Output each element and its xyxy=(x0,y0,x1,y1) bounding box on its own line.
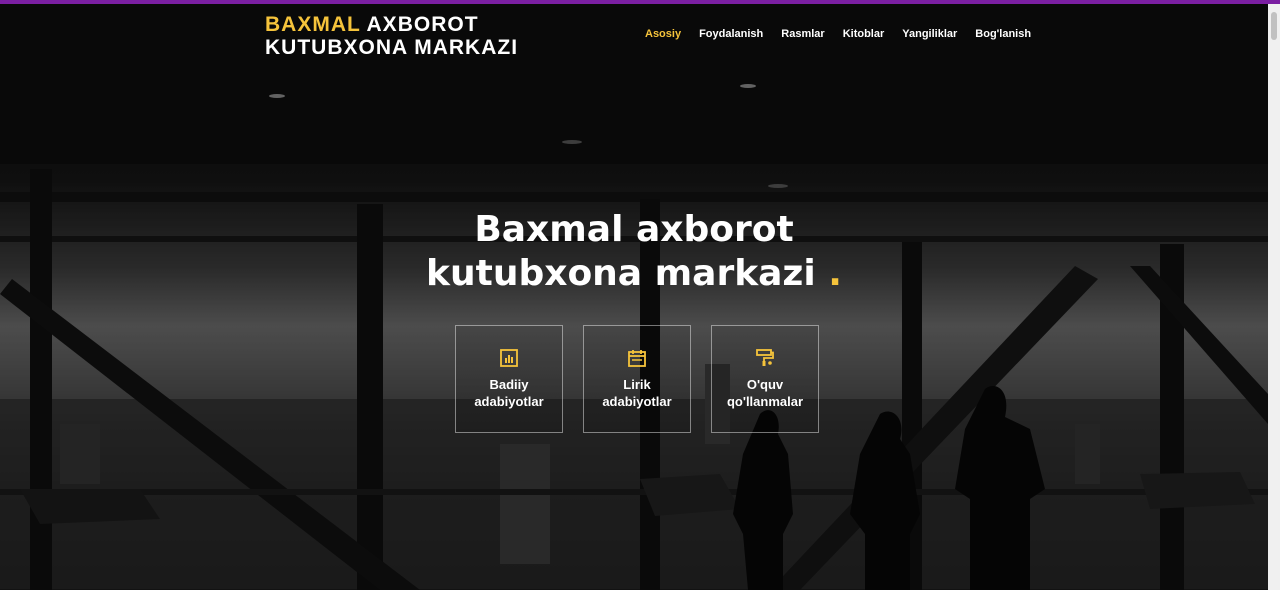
hero-title: Baxmal axborot kutubxona markazi . xyxy=(0,208,1268,296)
card-lirik-adabiyotlar[interactable]: Lirik adabiyotlar xyxy=(583,325,691,433)
card-label: Badiiy adabiyotlar xyxy=(459,376,559,410)
main-nav: Asosiy Foydalanish Rasmlar Kitoblar Yang… xyxy=(645,28,1031,40)
card-label-line1: Badiiy xyxy=(489,377,529,392)
nav-item-kitoblar[interactable]: Kitoblar xyxy=(843,28,885,40)
card-label-line1: Lirik xyxy=(623,377,651,392)
card-label: O'quv qo'llanmalar xyxy=(715,376,815,410)
paint-roller-icon xyxy=(756,349,774,366)
nav-item-rasmlar[interactable]: Rasmlar xyxy=(781,28,824,40)
card-label-line2: adabiyotlar xyxy=(474,394,544,409)
page-scrollbar[interactable] xyxy=(1268,4,1280,590)
nav-item-asosiy[interactable]: Asosiy xyxy=(645,28,681,40)
nav-item-foydalanish[interactable]: Foydalanish xyxy=(699,28,763,40)
card-oquv-qollanmalar[interactable]: O'quv qo'llanmalar xyxy=(711,325,819,433)
site-logo[interactable]: BAXMAL AXBOROT KUTUBXONA MARKAZI xyxy=(265,13,518,59)
category-cards: Badiiy adabiyotlar Lirik adabiyotlar O'q… xyxy=(455,325,819,433)
nav-item-boglanish[interactable]: Bog'lanish xyxy=(975,28,1031,40)
hero-title-dot: . xyxy=(828,253,842,294)
hero-title-line1: Baxmal axborot xyxy=(474,209,794,250)
hero-section: BAXMAL AXBOROT KUTUBXONA MARKAZI Asosiy … xyxy=(0,4,1268,590)
logo-highlight: BAXMAL xyxy=(265,13,361,36)
card-label-line2: adabiyotlar xyxy=(602,394,672,409)
scrollbar-thumb[interactable] xyxy=(1271,12,1277,40)
logo-text-line2: KUTUBXONA MARKAZI xyxy=(265,36,519,59)
card-label-line2: qo'llanmalar xyxy=(726,394,804,409)
card-badiiy-adabiyotlar[interactable]: Badiiy adabiyotlar xyxy=(455,325,563,433)
nav-item-yangiliklar[interactable]: Yangiliklar xyxy=(902,28,957,40)
card-label-line1: O'quv xyxy=(746,377,784,392)
hero-title-line2: kutubxona markazi xyxy=(426,253,816,294)
bar-chart-icon xyxy=(500,349,518,367)
browser-top-bar xyxy=(0,0,1280,4)
hero-overlay xyxy=(0,4,1268,590)
calendar-icon xyxy=(628,350,646,367)
card-label: Lirik adabiyotlar xyxy=(587,376,687,410)
logo-text-line1: AXBOROT xyxy=(366,13,479,36)
